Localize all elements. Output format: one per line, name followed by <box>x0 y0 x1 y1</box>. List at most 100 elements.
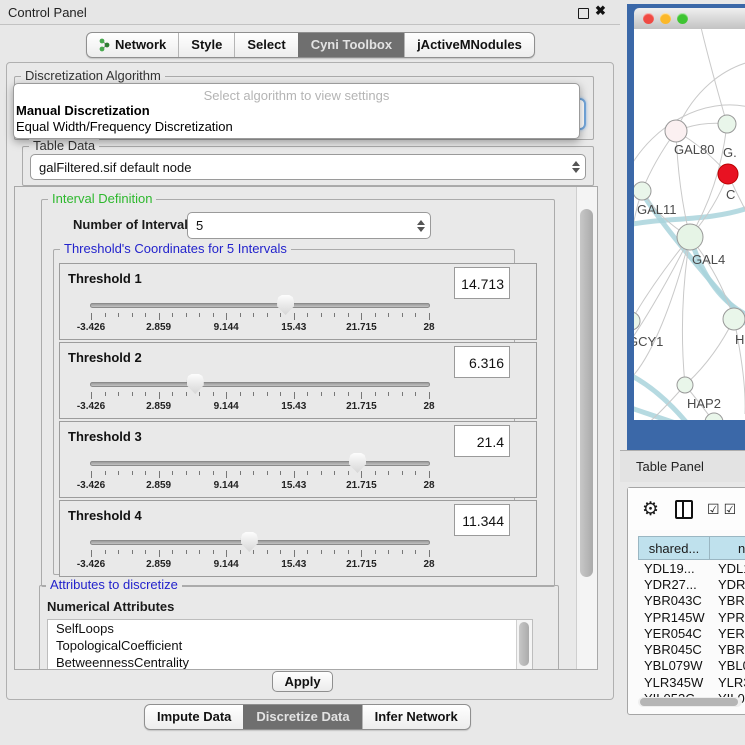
table-row[interactable]: YER054CYER0 <box>638 625 745 641</box>
network-edge[interactable] <box>690 237 745 317</box>
algorithm-dropdown-popup: Select algorithm to view settings Manual… <box>13 83 580 139</box>
algorithm-placeholder-option[interactable]: Select algorithm to view settings <box>14 88 579 103</box>
threshold-slider[interactable]: -3.4262.8599.14415.4321.71528 <box>90 533 430 573</box>
table-hscroll-thumb[interactable] <box>640 698 738 706</box>
tab-style[interactable]: Style <box>178 33 234 57</box>
application-window: Control Panel ✖ NetworkStyleSelectCyni T… <box>0 0 745 745</box>
tab-cyni-toolbox[interactable]: Cyni Toolbox <box>298 33 404 57</box>
control-panel-titlebar: Control Panel ✖ <box>0 0 620 25</box>
table-data-group-title: Table Data <box>29 138 99 153</box>
network-node[interactable] <box>677 377 693 393</box>
slider-track[interactable] <box>90 461 430 466</box>
slider-handle[interactable] <box>277 295 294 315</box>
tick-label: 2.859 <box>146 322 171 333</box>
tab-discretize-data[interactable]: Discretize Data <box>243 705 361 729</box>
number-of-intervals-label: Number of Intervals <box>73 217 195 232</box>
table-row[interactable]: YLR345WYLR3 <box>638 674 745 690</box>
table-panel-header: Table Panel <box>620 450 745 482</box>
table-row[interactable]: YBR043CYBR0 <box>638 593 745 609</box>
gear-icon[interactable]: ⚙ <box>642 500 659 519</box>
algorithm-option-manual[interactable]: Manual Discretization <box>16 103 150 118</box>
tick-label: 28 <box>423 322 434 333</box>
numerical-attributes-list[interactable]: SelfLoopsTopologicalCoefficientBetweenne… <box>47 619 533 670</box>
table-cell: YPR1 <box>714 610 745 625</box>
checkbox-icon[interactable]: ☑ <box>707 501 720 518</box>
attribute-list-item[interactable]: TopologicalCoefficient <box>48 637 532 654</box>
network-edge[interactable] <box>700 29 727 124</box>
network-edge[interactable] <box>685 319 734 385</box>
numerical-attributes-label: Numerical Attributes <box>47 599 174 614</box>
table-row[interactable]: YBR045CYBR0 <box>638 641 745 657</box>
network-node[interactable] <box>665 120 687 142</box>
checkbox-icon[interactable]: ☑ <box>724 501 737 518</box>
table-row[interactable]: YDR27...YDR2 <box>638 576 745 592</box>
network-node[interactable] <box>677 224 703 250</box>
table-panel: ⚙ ☑ ☑ shared...n YDL19...YDL1YDR27...YDR… <box>627 487 745 715</box>
settings-scrollbar-thumb[interactable] <box>580 209 593 577</box>
table-panel-title: Table Panel <box>636 459 704 474</box>
node-label: GCY1 <box>634 334 663 349</box>
table-row[interactable]: YDL19...YDL1 <box>638 560 745 576</box>
slider-handle[interactable] <box>187 374 204 394</box>
close-icon[interactable]: ✖ <box>595 3 606 19</box>
discretization-algorithm-group-title: Discretization Algorithm <box>21 68 165 83</box>
slider-track[interactable] <box>90 303 430 308</box>
settings-scroll-pane: Interval Definition Number of Intervals … <box>14 186 598 670</box>
top-tab-bar: NetworkStyleSelectCyni ToolboxjActiveMNo… <box>86 32 535 58</box>
network-node[interactable] <box>718 164 738 184</box>
slider-handle[interactable] <box>241 532 258 552</box>
number-of-intervals-combobox[interactable]: 5 <box>187 212 431 239</box>
table-cell: YDL19... <box>638 561 714 576</box>
tick-label: 21.715 <box>346 322 377 333</box>
threshold-slider[interactable]: -3.4262.8599.14415.4321.71528 <box>90 296 430 336</box>
tick-label: 15.43 <box>281 559 306 570</box>
network-node[interactable] <box>723 308 745 330</box>
tick-label: 28 <box>423 480 434 491</box>
threshold-value-field[interactable]: 21.4 <box>454 425 510 457</box>
slider-track[interactable] <box>90 540 430 545</box>
mac-zoom-button[interactable] <box>677 13 688 24</box>
tab-network[interactable]: Network <box>87 33 178 57</box>
network-node[interactable] <box>634 182 651 200</box>
threshold-value-field[interactable]: 14.713 <box>454 267 510 299</box>
split-columns-icon[interactable] <box>675 500 693 519</box>
attribute-list-item[interactable]: SelfLoops <box>48 620 532 637</box>
table-data-combobox[interactable]: galFiltered.sif default node <box>30 154 586 180</box>
settings-scrollbar[interactable] <box>576 187 597 669</box>
tab-jactivemnodules[interactable]: jActiveMNodules <box>404 33 534 57</box>
table-row[interactable]: YPR145WYPR1 <box>638 609 745 625</box>
algorithm-option-equal-width[interactable]: Equal Width/Frequency Discretization <box>16 119 233 134</box>
slider-ticks <box>91 392 429 400</box>
threshold-slider[interactable]: -3.4262.8599.14415.4321.71528 <box>90 375 430 415</box>
table-row[interactable]: YBL079WYBL0 <box>638 658 745 674</box>
node-label: G. <box>723 145 737 160</box>
tab-infer-network[interactable]: Infer Network <box>362 705 470 729</box>
network-node[interactable] <box>718 115 736 133</box>
threshold-value-field[interactable]: 11.344 <box>454 504 510 536</box>
network-edge[interactable] <box>634 237 690 344</box>
table-cell: YBR043C <box>638 593 714 608</box>
threshold-slider[interactable]: -3.4262.8599.14415.4321.71528 <box>90 454 430 494</box>
combo-spinner-icon <box>412 220 430 232</box>
attribute-list-item[interactable]: BetweennessCentrality <box>48 654 532 670</box>
tab-select[interactable]: Select <box>234 33 297 57</box>
table-column-header[interactable]: n <box>710 536 745 560</box>
tick-label: 9.144 <box>214 401 239 412</box>
table-horizontal-scrollbar[interactable] <box>638 697 742 707</box>
tab-impute-data[interactable]: Impute Data <box>145 705 243 729</box>
attributes-scrollbar[interactable] <box>516 620 532 670</box>
slider-track[interactable] <box>90 382 430 387</box>
network-canvas[interactable]: GAL80G.CGAL11GAL4GCY1HHAP2 <box>634 29 745 420</box>
apply-button[interactable]: Apply <box>272 671 333 692</box>
mac-minimize-button[interactable] <box>660 13 671 24</box>
threshold-value-field[interactable]: 6.316 <box>454 346 510 378</box>
tick-label: 21.715 <box>346 559 377 570</box>
float-window-icon[interactable] <box>578 8 589 19</box>
slider-handle[interactable] <box>349 453 366 473</box>
table-cell: YBR045C <box>638 642 714 657</box>
mac-close-button[interactable] <box>643 13 654 24</box>
network-edge[interactable] <box>634 237 690 381</box>
table-toolbar: ⚙ ☑ ☑ <box>628 488 745 530</box>
node-table: shared...n YDL19...YDL1YDR27...YDR2YBR04… <box>638 536 745 707</box>
table-column-header[interactable]: shared... <box>638 536 710 560</box>
